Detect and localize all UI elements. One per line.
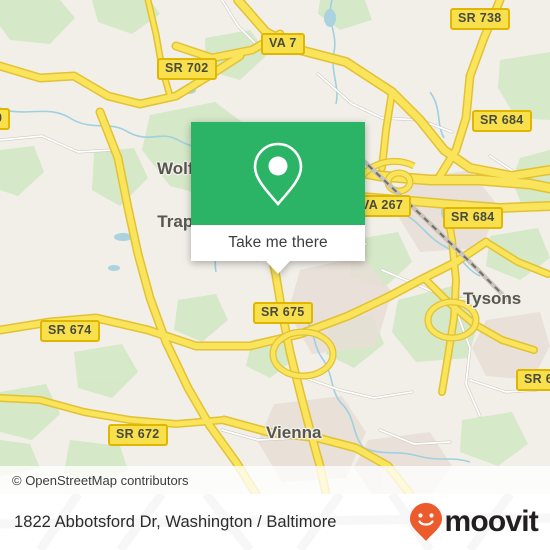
popup-footer[interactable]: Take me there [191,225,365,261]
moovit-logo[interactable]: moovit [409,502,550,542]
map-screen: Wolf Trap Tysons Vienna SR 738 VA 7 SR 7… [0,0,550,550]
map-pin-icon [253,142,303,206]
road-shield-sr-702[interactable]: SR 702 [157,58,217,80]
map-canvas[interactable]: Wolf Trap Tysons Vienna SR 738 VA 7 SR 7… [0,0,550,494]
road-shield-sr-650[interactable]: SR 650 [516,369,550,391]
road-shield-sr-738[interactable]: SR 738 [450,8,510,30]
road-shield-sr-675[interactable]: SR 675 [253,302,313,324]
moovit-pin-icon [410,503,443,541]
openstreetmap-attribution[interactable]: © OpenStreetMap contributors [0,473,189,488]
road-shield-route-partial-left[interactable]: 0 [0,108,11,130]
popup-pointer [266,261,290,274]
footer-bar: 1822 Abbotsford Dr, Washington / Baltimo… [0,494,550,550]
road-shield-va-7[interactable]: VA 7 [261,33,305,55]
road-shield-sr-674[interactable]: SR 674 [40,320,100,342]
road-shield-sr-684-south[interactable]: SR 684 [443,207,503,229]
moovit-wordmark: moovit [444,505,538,538]
location-popup-card[interactable]: Take me there [191,122,365,274]
address-text: 1822 Abbotsford Dr, Washington / Baltimo… [14,512,337,531]
road-shield-sr-672[interactable]: SR 672 [108,424,168,446]
map-attribution-bar: © OpenStreetMap contributors [0,466,550,494]
road-shield-sr-684-north[interactable]: SR 684 [472,110,532,132]
popup-header [191,122,365,225]
take-me-there-button[interactable]: Take me there [228,234,328,252]
